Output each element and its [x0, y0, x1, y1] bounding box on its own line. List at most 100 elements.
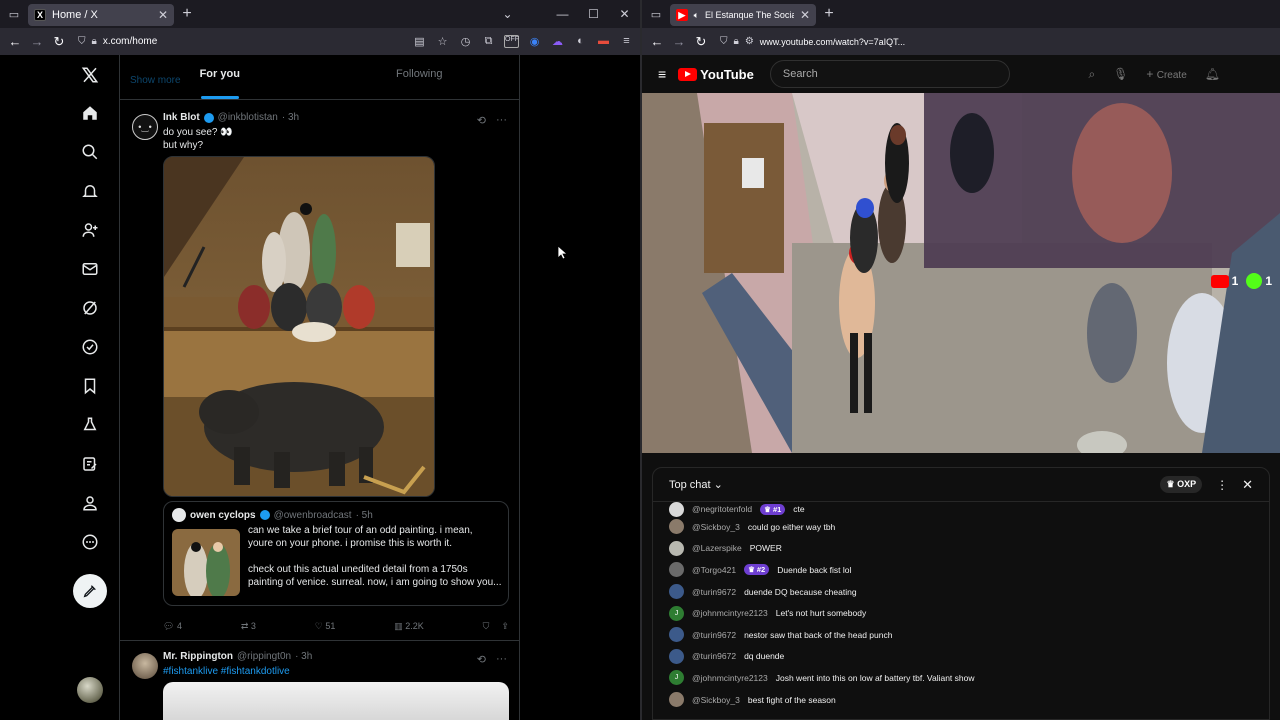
author-name[interactable]: Mr. Rippington — [163, 651, 233, 662]
tab-x-home[interactable]: X Home / X ✕ — [28, 4, 174, 26]
chat-username[interactable]: @turin9672 — [692, 630, 736, 640]
forward-button[interactable]: → — [670, 34, 688, 49]
chat-username[interactable]: @negritotenfold — [692, 504, 752, 514]
chat-message[interactable]: @Sickboy_3 best fight of the season — [653, 689, 1269, 711]
avatar[interactable]: J — [669, 605, 684, 621]
follow-icon[interactable] — [80, 220, 100, 240]
forward-button[interactable]: → — [28, 34, 46, 49]
off-extension-icon[interactable]: OFF — [504, 35, 519, 48]
grok-explain-icon[interactable]: ⟲ — [477, 114, 486, 127]
tab-for-you[interactable]: For you — [120, 55, 320, 99]
chat-message[interactable]: J @johnmcintyre2123 Let's not hurt somebod… — [653, 602, 1269, 624]
maximize-button[interactable]: ☐ — [578, 7, 609, 21]
tab-following[interactable]: Following — [320, 55, 520, 99]
tab-list-icon[interactable]: ▭ — [642, 0, 670, 28]
avatar[interactable] — [669, 584, 684, 600]
tab-overflow-icon[interactable]: ⌄ — [492, 7, 523, 21]
close-tab-icon[interactable]: ✕ — [158, 8, 168, 22]
audio-playing-icon[interactable]: 🔈︎ — [694, 10, 699, 21]
youtube-logo[interactable]: YouTube — [678, 67, 754, 82]
compose-post-button[interactable] — [73, 574, 107, 608]
chat-options-icon[interactable]: ⋮ — [1216, 478, 1228, 492]
chat-message[interactable]: J @johnmcintyre2123 Josh went into this on… — [653, 667, 1269, 689]
extensions-icon[interactable]: ⧉ — [481, 35, 496, 48]
quoted-post[interactable]: owen cyclops @owenbroadcast · 5h can we … — [163, 501, 509, 606]
chat-username[interactable]: @johnmcintyre2123 — [692, 608, 768, 618]
post-mr-rippington[interactable]: ⟲ ··· Mr. Rippington @rippingt0n · 3h #f… — [120, 641, 519, 720]
bookmark-icon[interactable]: ⛉ — [483, 621, 490, 632]
avatar[interactable] — [132, 653, 158, 679]
more-options-icon[interactable]: ··· — [496, 653, 507, 666]
grok-explain-icon[interactable]: ⟲ — [477, 653, 486, 666]
chat-mode-dropdown[interactable]: Top chat ⌄ — [669, 478, 723, 491]
avatar[interactable] — [669, 627, 684, 643]
avatar[interactable] — [669, 501, 684, 517]
grok-icon[interactable] — [80, 298, 100, 318]
search-icon[interactable] — [80, 142, 100, 162]
search-input[interactable]: Search — [769, 60, 1010, 88]
chat-message[interactable]: @turin9672 nestor saw that back of the he… — [653, 624, 1269, 646]
post-ink-blot[interactable]: •‿• ⟲ ··· Ink Blot @inkblotistan · 3h do… — [120, 102, 519, 641]
chat-message[interactable]: @negritotenfold ♛ #1 cte — [653, 501, 1269, 517]
profile-icon[interactable] — [80, 493, 100, 513]
bookmark-star-icon[interactable]: ☆ — [435, 35, 450, 48]
post-image[interactable] — [163, 682, 509, 720]
history-icon[interactable]: ◷ — [458, 35, 473, 48]
home-icon[interactable] — [80, 103, 100, 123]
repost-button[interactable]: ⇄ 3 — [241, 621, 256, 632]
reader-view-icon[interactable]: ▤ — [412, 35, 427, 48]
chat-message[interactable]: @Sickboy_3 could go either way tbh — [653, 516, 1269, 538]
post-image-rhinoceros-painting[interactable] — [163, 156, 435, 497]
avatar[interactable] — [669, 692, 684, 708]
messages-icon[interactable] — [80, 259, 100, 279]
chat-message[interactable]: @Torgo421 ♛ #2 Duende back fist lol — [653, 559, 1269, 581]
account-icon[interactable]: ◐ — [573, 35, 588, 48]
post-hashtags[interactable]: #fishtanklive #fishtankdotlive — [163, 665, 507, 678]
avatar[interactable] — [669, 519, 684, 535]
video-player[interactable]: 1 1 — [642, 93, 1280, 453]
more-options-icon[interactable]: ··· — [496, 114, 507, 127]
avatar[interactable]: •‿• — [132, 114, 158, 140]
author-handle[interactable]: @rippingt0n — [237, 651, 291, 662]
post-time[interactable]: · 3h — [295, 651, 312, 662]
chat-username[interactable]: @Torgo421 — [692, 565, 736, 575]
post-time[interactable]: · 3h — [282, 112, 299, 123]
address-bar[interactable]: ⛉ 🔒︎ ⚙ www.youtube.com/watch?v=7aIQT... — [720, 36, 905, 47]
share-icon[interactable]: ⇪ — [501, 621, 509, 632]
chat-username[interactable]: @johnmcintyre2123 — [692, 673, 768, 683]
reload-button[interactable]: ↻ — [692, 34, 710, 50]
chat-username[interactable]: @Lazerspike — [692, 543, 742, 553]
loyalty-badge[interactable]: ♛ OXP — [1160, 476, 1203, 493]
communities-icon[interactable] — [80, 415, 100, 435]
hamburger-menu-icon[interactable]: ≡ — [658, 66, 666, 82]
close-window-button[interactable]: ✕ — [609, 7, 640, 21]
avatar[interactable] — [669, 540, 684, 556]
drafts-icon[interactable] — [80, 454, 100, 474]
back-button[interactable]: ← — [648, 34, 666, 49]
purple-extension-icon[interactable]: ☁ — [550, 35, 565, 48]
minimize-button[interactable]: — — [547, 7, 578, 21]
address-bar[interactable]: ⛉ 🔒︎ x.com/home — [78, 36, 157, 47]
new-tab-button[interactable]: + — [816, 5, 842, 23]
menu-icon[interactable]: ≡ — [619, 35, 634, 48]
avatar[interactable] — [669, 562, 684, 578]
like-button[interactable]: ♡ 51 — [315, 621, 336, 632]
views-button[interactable]: ▥ 2.2K — [394, 621, 424, 632]
avatar[interactable]: J — [669, 670, 684, 686]
reply-button[interactable]: 💬︎ 4 — [163, 621, 182, 632]
chat-username[interactable]: @Sickboy_3 — [692, 522, 740, 532]
chat-message[interactable]: @turin9672 dq duende — [653, 646, 1269, 668]
back-button[interactable]: ← — [6, 34, 24, 49]
blue-extension-icon[interactable]: ◉ — [527, 35, 542, 48]
chat-message[interactable]: @turin9672 duende DQ because cheating — [653, 581, 1269, 603]
reload-button[interactable]: ↻ — [50, 34, 68, 50]
author-handle[interactable]: @inkblotistan — [218, 112, 278, 123]
tab-youtube[interactable]: ▶ 🔈︎ El Estanque The Social Expe ✕ — [670, 4, 816, 26]
tab-list-icon[interactable]: ▭ — [0, 0, 28, 28]
red-extension-icon[interactable]: ▬ — [596, 35, 611, 48]
chat-username[interactable]: @turin9672 — [692, 651, 736, 661]
close-chat-icon[interactable]: ✕ — [1242, 477, 1253, 493]
chat-username[interactable]: @Sickboy_3 — [692, 695, 740, 705]
notifications-icon[interactable] — [80, 181, 100, 201]
more-icon[interactable] — [80, 532, 100, 552]
